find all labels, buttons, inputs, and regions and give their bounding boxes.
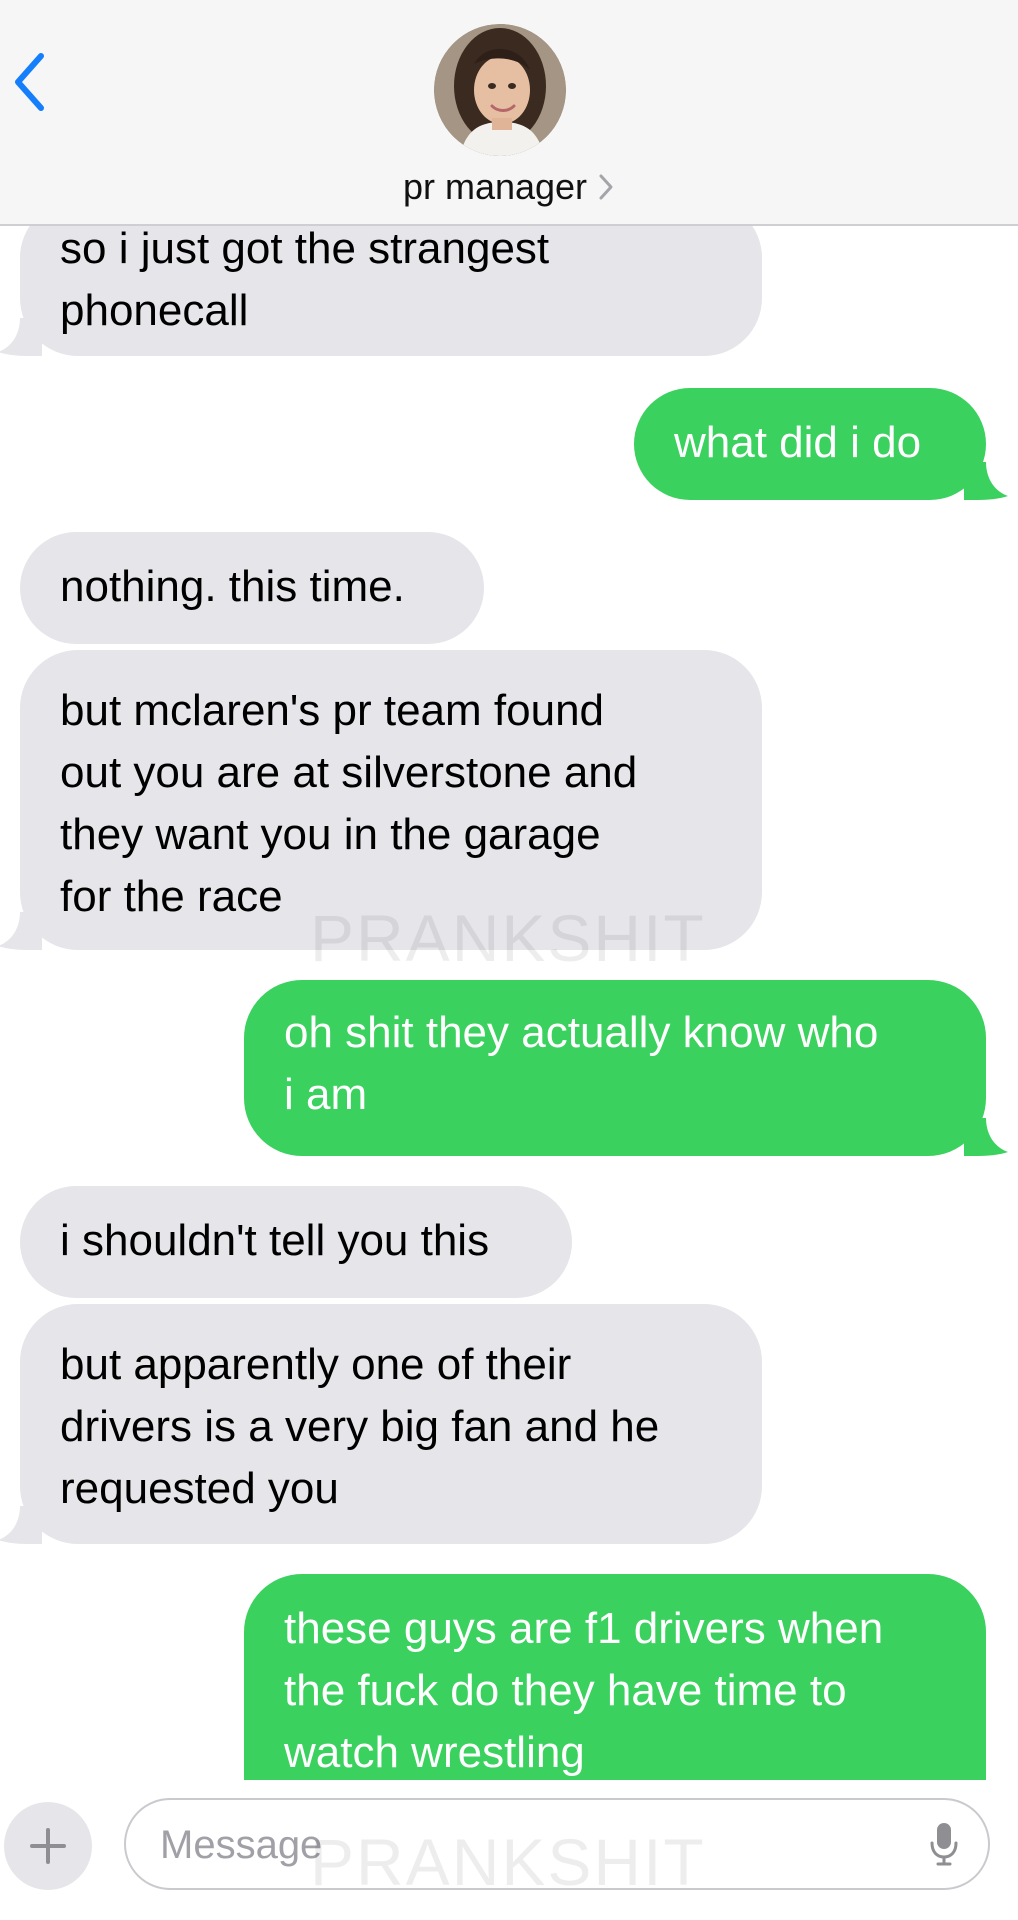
message-line: for the race <box>60 872 283 921</box>
message-line: they want you in the garage <box>60 810 601 859</box>
message-line: oh shit they actually know who <box>284 1008 879 1057</box>
contact-name: pr manager <box>402 166 588 207</box>
plus-icon <box>30 1828 66 1864</box>
message-line: i shouldn't tell you this <box>60 1216 490 1265</box>
bubble-tail <box>964 1118 1008 1156</box>
bubble-tail <box>0 318 42 356</box>
contact-avatar[interactable] <box>434 24 566 156</box>
message-field[interactable] <box>124 1798 990 1890</box>
message-line: requested you <box>60 1464 339 1513</box>
message-bubble-outgoing[interactable]: what did i do <box>634 388 1008 500</box>
message-line: out you are at silverstone and <box>60 748 638 797</box>
message-line: these guys are f1 drivers when <box>284 1604 884 1653</box>
message-line: the fuck do they have time to <box>284 1666 847 1715</box>
contact-name-row[interactable]: pr manager <box>0 166 1018 208</box>
message-line: watch wrestling <box>284 1728 585 1777</box>
message-bubble-incoming[interactable]: i shouldn't tell you this <box>20 1186 572 1298</box>
message-line: but apparently one of their <box>60 1340 572 1389</box>
message-line: nothing. this time. <box>60 562 405 611</box>
message-bubble-outgoing[interactable]: oh shit they actually know who i am <box>244 980 1008 1156</box>
dictation-button[interactable] <box>924 1820 964 1868</box>
bubble-tail <box>0 1506 42 1544</box>
message-bubble-incoming[interactable]: nothing. this time. <box>20 532 484 644</box>
message-bubble-incoming[interactable]: but apparently one of their drivers is a… <box>0 1304 762 1544</box>
chevron-right-icon <box>599 174 613 200</box>
back-button[interactable] <box>4 50 54 114</box>
bubble-tail <box>0 912 42 950</box>
message-line: what did i do <box>674 418 922 467</box>
message-line: phonecall <box>60 286 249 335</box>
bubble-tail <box>964 462 1008 500</box>
chevron-left-icon <box>15 53 44 111</box>
message-thread[interactable]: so i just got the strangest phonecall wh… <box>0 0 1018 1780</box>
message-composer: PRANKSHIT <box>0 1780 1018 1920</box>
message-input[interactable] <box>158 1800 882 1890</box>
avatar-photo <box>434 24 566 156</box>
message-bubble-outgoing[interactable]: these guys are f1 drivers when the fuck … <box>244 1574 986 1780</box>
message-line: drivers is a very big fan and he <box>60 1402 660 1451</box>
conversation-header: pr manager <box>0 0 1018 226</box>
add-attachment-button[interactable] <box>4 1802 92 1890</box>
message-line: so i just got the strangest <box>60 224 550 273</box>
microphone-icon <box>930 1823 958 1866</box>
message-bubble-incoming[interactable]: but mclaren's pr team found out you are … <box>0 650 762 950</box>
message-line: i am <box>284 1070 368 1119</box>
message-line: but mclaren's pr team found <box>60 686 605 735</box>
